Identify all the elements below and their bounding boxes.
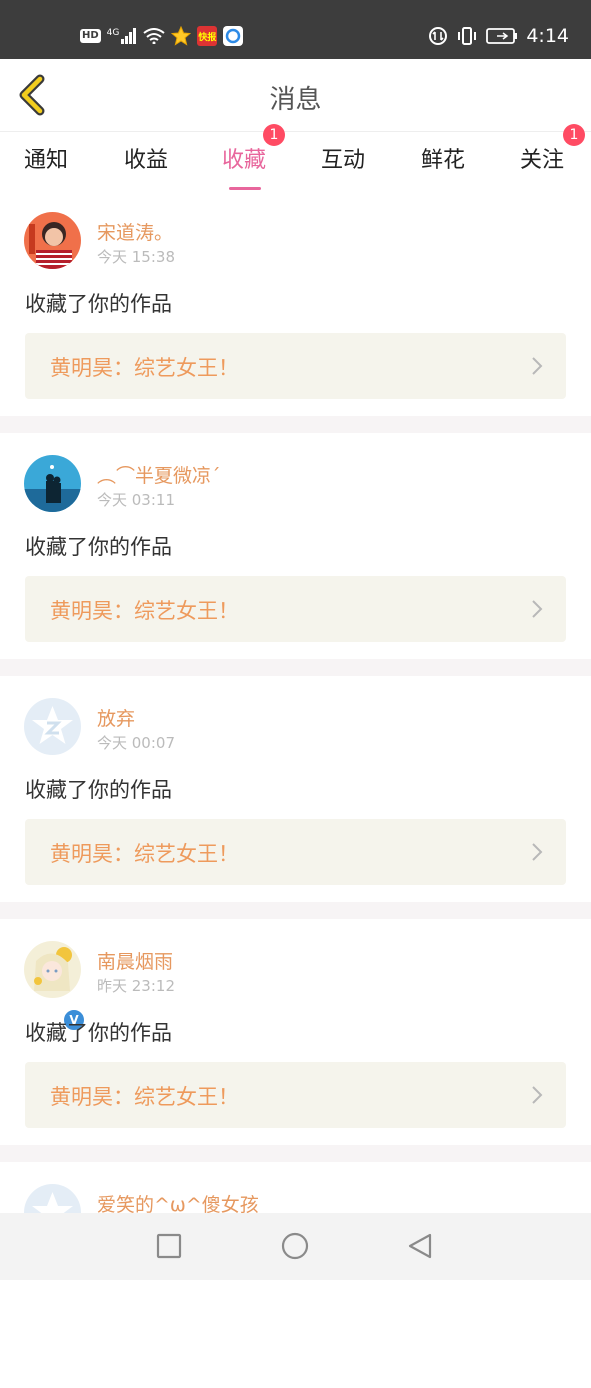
recents-square-icon[interactable] xyxy=(155,1232,183,1260)
favorites-count-badge: 1 xyxy=(263,124,285,146)
tab-favorites[interactable]: 收藏 xyxy=(222,142,267,190)
anime-avatar[interactable] xyxy=(24,941,81,998)
username[interactable]: 放弃 xyxy=(97,704,135,731)
default-avatar[interactable] xyxy=(24,698,81,755)
chevron-right-icon xyxy=(532,600,543,618)
status-bar: HD 4G 快报 4:14 xyxy=(0,0,591,59)
message-list: 宋道涛。 今天 15:38 收藏了你的作品 黄明昊：综艺女王！ ︵⌒半夏微凉´ … xyxy=(0,190,591,1388)
username[interactable]: 南晨烟雨 xyxy=(97,947,173,974)
back-triangle-icon[interactable] xyxy=(406,1232,434,1260)
separator xyxy=(0,1145,591,1162)
work-title: 黄明昊：综艺女王！ xyxy=(50,1085,239,1109)
message-action: 收藏了你的作品 xyxy=(25,778,172,802)
message-item: 宋道涛。 今天 15:38 收藏了你的作品 黄明昊：综艺女王！ xyxy=(0,190,591,416)
separator xyxy=(0,659,591,676)
separator xyxy=(0,902,591,919)
header-bar: 消息 xyxy=(0,59,591,132)
tab-label: 关注 xyxy=(520,148,565,173)
work-title: 黄明昊：综艺女王！ xyxy=(50,599,239,623)
work-link[interactable]: 黄明昊：综艺女王！ xyxy=(25,333,566,399)
message-time: 昨天 23:12 xyxy=(97,977,175,995)
star-app-icon xyxy=(171,26,192,46)
username[interactable]: 宋道涛。 xyxy=(97,218,173,245)
tab-notifications[interactable]: 通知 xyxy=(24,142,68,174)
message-time: 今天 03:11 xyxy=(97,491,175,509)
status-time: 4:14 xyxy=(526,25,569,47)
wifi-icon xyxy=(143,28,165,44)
system-nav-bar xyxy=(0,1213,591,1280)
work-title: 黄明昊：综艺女王！ xyxy=(50,356,239,380)
message-item: ︵⌒半夏微凉´ 今天 03:11 收藏了你的作品 黄明昊：综艺女王！ xyxy=(0,433,591,659)
chevron-right-icon xyxy=(532,1086,543,1104)
tab-label: 互动 xyxy=(321,148,366,173)
message-time: 今天 00:07 xyxy=(97,734,175,752)
message-time: 今天 15:38 xyxy=(97,248,175,266)
chevron-right-icon xyxy=(532,357,543,375)
tab-label: 鲜花 xyxy=(421,148,466,173)
message-item: V 南晨烟雨 昨天 23:12 收藏了你的作品 黄明昊：综艺女王！ xyxy=(0,919,591,1145)
hd-icon: HD xyxy=(80,29,101,43)
following-count-badge: 1 xyxy=(563,124,585,146)
message-action: 收藏了你的作品 xyxy=(25,535,172,559)
page-title: 消息 xyxy=(269,85,322,115)
photo-avatar[interactable] xyxy=(24,212,81,269)
4g-signal-icon: 4G xyxy=(107,28,138,44)
tab-label: 通知 xyxy=(24,148,69,173)
tab-label: 收藏 xyxy=(222,148,267,173)
work-link[interactable]: 黄明昊：综艺女王！ xyxy=(25,1062,566,1128)
home-circle-icon[interactable] xyxy=(281,1232,309,1260)
message-item: 放弃 今天 00:07 收藏了你的作品 黄明昊：综艺女王！ xyxy=(0,676,591,902)
message-action: 收藏了你的作品 xyxy=(25,292,172,316)
chevron-right-icon xyxy=(532,843,543,861)
status-left-icons: HD 4G 快报 xyxy=(80,24,244,48)
username[interactable]: ︵⌒半夏微凉´ xyxy=(97,461,221,488)
q-app-icon xyxy=(223,26,244,46)
tab-flowers[interactable]: 鲜花 xyxy=(421,142,465,174)
silhouette-avatar[interactable] xyxy=(24,455,81,512)
separator xyxy=(0,416,591,433)
tab-following[interactable]: 关注 xyxy=(520,142,564,174)
tab-interactions[interactable]: 互动 xyxy=(321,142,365,174)
message-action: 收藏了你的作品 xyxy=(25,1021,172,1045)
tab-earnings[interactable]: 收益 xyxy=(124,142,168,174)
work-link[interactable]: 黄明昊：综艺女王！ xyxy=(25,576,566,642)
status-right-icons: 4:14 xyxy=(428,24,569,48)
tab-bar: 通知 收益 收藏 1 互动 鲜花 关注 1 xyxy=(0,124,591,190)
work-title: 黄明昊：综艺女王！ xyxy=(50,842,239,866)
vibrate-icon xyxy=(458,27,477,45)
data-saver-icon xyxy=(429,27,448,45)
battery-icon xyxy=(486,28,518,44)
tab-label: 收益 xyxy=(124,148,169,173)
news-app-icon: 快报 xyxy=(197,26,218,46)
work-link[interactable]: 黄明昊：综艺女王！ xyxy=(25,819,566,885)
